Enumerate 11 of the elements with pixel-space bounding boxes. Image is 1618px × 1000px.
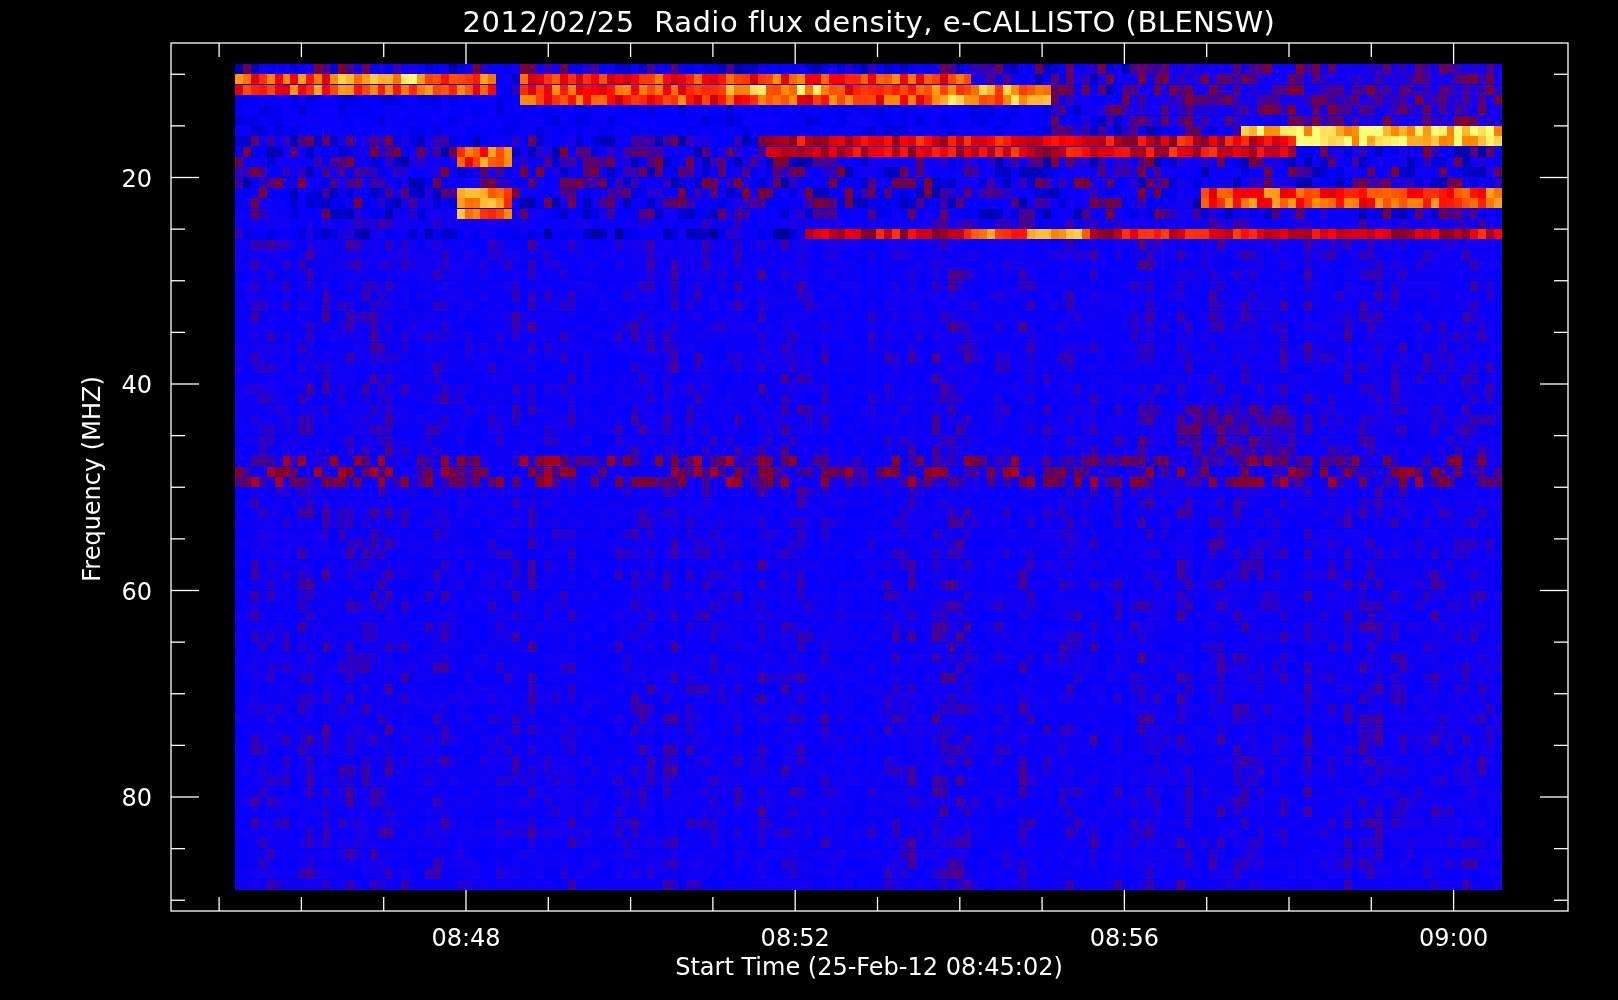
y-tick-label: 40 (121, 371, 152, 399)
x-tick-label: 08:56 (1089, 924, 1159, 952)
y-axis-label: Frequency (MHZ) (78, 376, 106, 582)
y-tick-label: 80 (121, 784, 152, 812)
y-tick-label: 20 (121, 164, 152, 193)
x-axis-label: Start Time (25-Feb-12 08:45:02) (675, 953, 1063, 981)
x-tick-label: 08:48 (431, 924, 501, 952)
y-tick-label: 60 (121, 577, 152, 606)
x-tick-label: 09:00 (1419, 924, 1489, 952)
x-tick-label: 08:52 (760, 924, 830, 952)
chart-title: 2012/02/25 Radio flux density, e-CALLISTO (BLENSW) (462, 5, 1276, 39)
